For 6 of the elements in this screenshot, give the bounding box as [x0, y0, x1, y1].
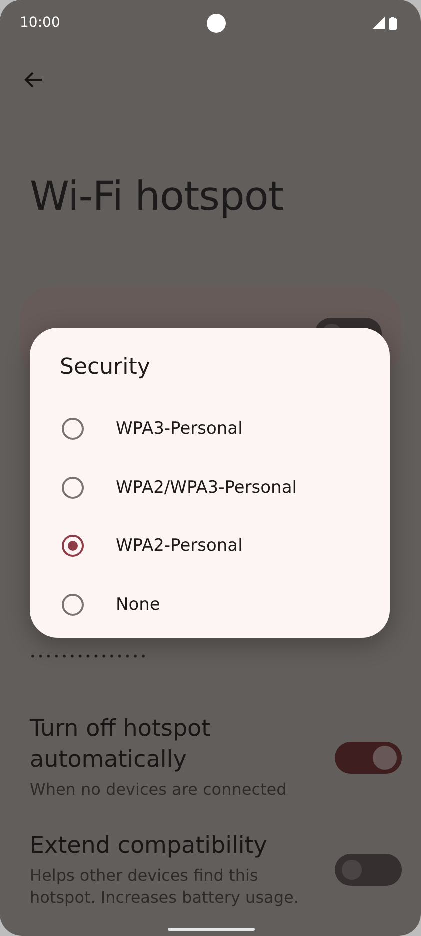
status-time: 10:00	[20, 15, 60, 31]
dialog-title: Security	[59, 354, 150, 382]
setting-title: Extend compatibility	[30, 832, 268, 861]
page-title: Wi-Fi hotspot	[30, 177, 284, 217]
setting-title: Turn off hotspot automatically	[30, 715, 212, 775]
password-value: •••••••••••••••	[30, 652, 148, 663]
